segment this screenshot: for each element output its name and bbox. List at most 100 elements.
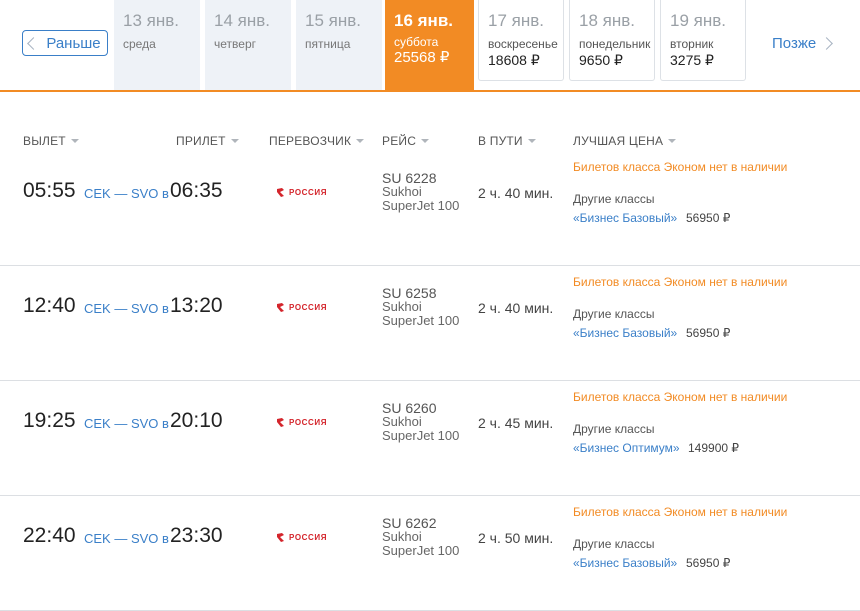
- header-label: РЕЙС: [382, 134, 417, 148]
- sort-caret-icon: [230, 139, 239, 143]
- earlier-button[interactable]: Раньше: [22, 30, 108, 56]
- sort-caret-icon: [527, 139, 536, 143]
- route[interactable]: CEK — SVO в: [84, 301, 169, 316]
- date-weekday: понедельник: [579, 37, 651, 51]
- fare-class-link[interactable]: «Бизнес Базовый»: [573, 556, 677, 570]
- airline-name: РОССИЯ: [289, 418, 328, 427]
- sort-duration[interactable]: В ПУТИ: [478, 134, 536, 148]
- sort-arrival[interactable]: ПРИЛЕТ: [176, 134, 239, 148]
- date-day: 17 янв.: [488, 11, 544, 30]
- flight-info: SU 6228 Sukhoi SuperJet 100: [382, 171, 459, 213]
- flight-row[interactable]: 22:40 CEK — SVO в 23:30 РОССИЯ SU 6262 S…: [0, 495, 860, 611]
- aircraft-maker: Sukhoi: [382, 184, 422, 199]
- date-tab-19[interactable]: 19 янв. вторник 3275 ₽: [660, 0, 746, 81]
- departure-time: 12:40: [23, 294, 76, 317]
- date-price: 25568 ₽: [394, 49, 450, 66]
- economy-unavailable: Билетов класса Эконом нет в наличии: [573, 505, 788, 519]
- route[interactable]: CEK — SVO в: [84, 186, 169, 201]
- date-weekday: четверг: [214, 37, 256, 51]
- header-label: ЛУЧШАЯ ЦЕНА: [573, 134, 664, 148]
- airline-logo: РОССИЯ: [277, 188, 327, 197]
- date-day: 13 янв.: [123, 11, 179, 30]
- flight-row[interactable]: 05:55 CEK — SVO в 06:35 РОССИЯ SU 6228 S…: [0, 150, 860, 266]
- flight-number: SU 6258: [382, 285, 437, 301]
- earlier-label: Раньше: [46, 34, 101, 52]
- flight-number: SU 6260: [382, 400, 437, 416]
- header-label: В ПУТИ: [478, 134, 523, 148]
- aircraft-maker: Sukhoi: [382, 299, 422, 314]
- fare-price: 56950 ₽: [686, 211, 731, 225]
- sort-best-price[interactable]: ЛУЧШАЯ ЦЕНА: [573, 134, 677, 148]
- date-weekday: среда: [123, 37, 156, 51]
- aircraft-maker: Sukhoi: [382, 529, 422, 544]
- flight-info: SU 6262 Sukhoi SuperJet 100: [382, 516, 459, 558]
- fare-price: 56950 ₽: [686, 556, 731, 570]
- sort-caret-icon: [668, 139, 677, 143]
- date-tab-15[interactable]: 15 янв. пятница: [296, 0, 382, 90]
- sort-caret-icon: [421, 139, 430, 143]
- airline-logo: РОССИЯ: [277, 303, 327, 312]
- date-weekday: вторник: [670, 37, 714, 51]
- aircraft-maker: Sukhoi: [382, 414, 422, 429]
- other-classes-label: Другие классы: [573, 537, 655, 551]
- flight-duration: 2 ч. 40 мин.: [478, 185, 554, 201]
- date-day: 16 янв.: [394, 11, 453, 30]
- aircraft-model: SuperJet 100: [382, 313, 460, 328]
- date-day: 19 янв.: [670, 11, 726, 30]
- fare-class-link[interactable]: «Бизнес Базовый»: [573, 211, 677, 225]
- fare-class-link[interactable]: «Бизнес Оптимум»: [573, 441, 680, 455]
- sort-flight[interactable]: РЕЙС: [382, 134, 430, 148]
- arrival-time: 20:10: [170, 409, 223, 432]
- date-tab-14[interactable]: 14 янв. четверг: [205, 0, 291, 90]
- other-classes-label: Другие классы: [573, 192, 655, 206]
- sort-departure[interactable]: ВЫЛЕТ: [23, 134, 79, 148]
- flight-row[interactable]: 19:25 CEK — SVO в 20:10 РОССИЯ SU 6260 S…: [0, 380, 860, 496]
- airline-wing-icon: [277, 533, 284, 542]
- aircraft-model: SuperJet 100: [382, 428, 460, 443]
- fare-class-link[interactable]: «Бизнес Базовый»: [573, 326, 677, 340]
- arrival-time: 13:20: [170, 294, 223, 317]
- date-price: 18608 ₽: [488, 52, 540, 68]
- flight-duration: 2 ч. 45 мин.: [478, 415, 554, 431]
- flight-duration: 2 ч. 40 мин.: [478, 300, 554, 316]
- date-tab-18[interactable]: 18 янв. понедельник 9650 ₽: [569, 0, 655, 81]
- header-label: ПЕРЕВОЗЧИК: [269, 134, 352, 148]
- sort-carrier[interactable]: ПЕРЕВОЗЧИК: [269, 134, 365, 148]
- date-strip-divider: [0, 90, 860, 92]
- route[interactable]: CEK — SVO в: [84, 531, 169, 546]
- flight-number: SU 6228: [382, 170, 437, 186]
- date-strip: Раньше 13 янв. среда 14 янв. четверг 15 …: [0, 0, 860, 92]
- economy-unavailable: Билетов класса Эконом нет в наличии: [573, 160, 788, 174]
- date-tab-17[interactable]: 17 янв. воскресенье 18608 ₽: [478, 0, 564, 81]
- departure-time: 19:25: [23, 409, 76, 432]
- date-day: 18 янв.: [579, 11, 635, 30]
- date-tab-16-selected[interactable]: 16 янв. суббота 25568 ₽: [385, 0, 474, 90]
- airline-wing-icon: [277, 303, 284, 312]
- header-label: ПРИЛЕТ: [176, 134, 226, 148]
- airline-wing-icon: [277, 188, 284, 197]
- date-day: 15 янв.: [305, 11, 361, 30]
- sort-caret-icon: [356, 139, 365, 143]
- later-button[interactable]: Позже: [772, 30, 834, 56]
- airline-name: РОССИЯ: [289, 188, 328, 197]
- chevron-left-icon: [27, 36, 41, 50]
- fare-price: 56950 ₽: [686, 326, 731, 340]
- arrival-time: 06:35: [170, 179, 223, 202]
- other-classes-label: Другие классы: [573, 307, 655, 321]
- date-tab-13[interactable]: 13 янв. среда: [114, 0, 200, 90]
- airline-wing-icon: [277, 418, 284, 427]
- date-day: 14 янв.: [214, 11, 270, 30]
- flight-row[interactable]: 12:40 CEK — SVO в 13:20 РОССИЯ SU 6258 S…: [0, 265, 860, 381]
- arrival-time: 23:30: [170, 524, 223, 547]
- flight-duration: 2 ч. 50 мин.: [478, 530, 554, 546]
- fare-price: 149900 ₽: [688, 441, 740, 455]
- economy-unavailable: Билетов класса Эконом нет в наличии: [573, 390, 788, 404]
- departure-time: 05:55: [23, 179, 76, 202]
- airline-logo: РОССИЯ: [277, 418, 327, 427]
- departure-time: 22:40: [23, 524, 76, 547]
- date-weekday: суббота: [394, 35, 439, 49]
- route[interactable]: CEK — SVO в: [84, 416, 169, 431]
- date-price: 9650 ₽: [579, 52, 623, 68]
- aircraft-model: SuperJet 100: [382, 543, 460, 558]
- sort-caret-icon: [70, 139, 79, 143]
